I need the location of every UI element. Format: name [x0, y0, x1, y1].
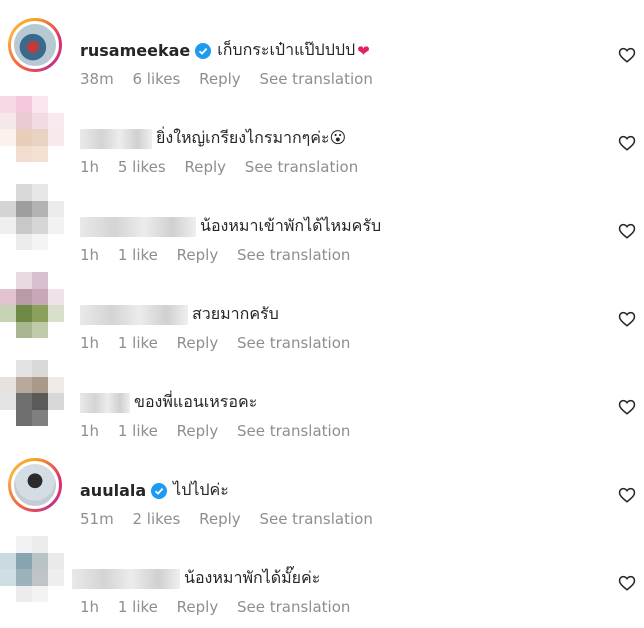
- avatar[interactable]: [0, 536, 64, 602]
- comment-username[interactable]: [80, 216, 196, 237]
- comment-username[interactable]: [80, 304, 188, 325]
- heart-emoji: ❤: [357, 41, 370, 60]
- verified-badge-icon: [151, 482, 168, 499]
- avatar[interactable]: [0, 360, 64, 426]
- comment-time: 1h: [80, 334, 100, 352]
- comment-item: ของพี่แอนเหรอคะ 1h 1 like Reply See tran…: [0, 360, 644, 452]
- comment-text: ยิ่งใหญ่เกรียงไกรมากๆค่ะ😮: [156, 128, 347, 147]
- comment-item: ยิ่งใหญ่เกรียงไกรมากๆค่ะ😮 1h 5 likes Rep…: [0, 96, 644, 188]
- see-translation-button[interactable]: See translation: [237, 246, 350, 264]
- see-translation-button[interactable]: See translation: [237, 422, 350, 440]
- avatar[interactable]: [8, 458, 62, 512]
- heart-outline-icon[interactable]: [618, 134, 636, 152]
- comment-username[interactable]: rusameekae: [80, 41, 190, 60]
- heart-outline-icon[interactable]: [618, 222, 636, 240]
- likes-count[interactable]: 1 like: [118, 334, 158, 352]
- likes-count[interactable]: 2 likes: [132, 510, 180, 528]
- avatar[interactable]: [8, 18, 62, 72]
- comment-text: เก็บกระเป๋าแป๊ปปปป: [217, 40, 356, 59]
- comment-item: สวยมากครับ 1h 1 like Reply See translati…: [0, 272, 644, 364]
- avatar[interactable]: [0, 272, 64, 338]
- see-translation-button[interactable]: See translation: [245, 158, 358, 176]
- likes-count[interactable]: 1 like: [118, 422, 158, 440]
- likes-count[interactable]: 1 like: [118, 246, 158, 264]
- verified-badge-icon: [195, 42, 212, 59]
- comment-text: ของพี่แอนเหรอคะ: [134, 392, 258, 411]
- likes-count[interactable]: 5 likes: [118, 158, 166, 176]
- comment-time: 1h: [80, 598, 100, 616]
- heart-outline-icon[interactable]: [618, 486, 636, 504]
- likes-count[interactable]: 1 like: [118, 598, 158, 616]
- see-translation-button[interactable]: See translation: [237, 598, 350, 616]
- comment-item: น้องหมาเข้าพักได้ไหมครับ 1h 1 like Reply…: [0, 184, 644, 276]
- comment-item: น้องหมาพักได้มั๊ยค่ะ 1h 1 like Reply See…: [0, 536, 644, 628]
- comment-text: ไปไปค่ะ: [173, 480, 229, 499]
- see-translation-button[interactable]: See translation: [237, 334, 350, 352]
- reply-button[interactable]: Reply: [199, 70, 241, 88]
- comment-time: 1h: [80, 158, 100, 176]
- see-translation-button[interactable]: See translation: [259, 70, 372, 88]
- heart-outline-icon[interactable]: [618, 46, 636, 64]
- comment-time: 51m: [80, 510, 114, 528]
- comment-time: 38m: [80, 70, 114, 88]
- comment-text: น้องหมาเข้าพักได้ไหมครับ: [200, 216, 382, 235]
- reply-button[interactable]: Reply: [184, 158, 226, 176]
- heart-outline-icon[interactable]: [618, 398, 636, 416]
- likes-count[interactable]: 6 likes: [132, 70, 180, 88]
- comment-text: สวยมากครับ: [192, 304, 279, 323]
- heart-outline-icon[interactable]: [618, 310, 636, 328]
- avatar[interactable]: [0, 184, 64, 250]
- comment-username[interactable]: [72, 568, 180, 589]
- avatar[interactable]: [0, 96, 64, 162]
- reply-button[interactable]: Reply: [199, 510, 241, 528]
- comment-text: น้องหมาพักได้มั๊ยค่ะ: [184, 568, 321, 587]
- reply-button[interactable]: Reply: [177, 334, 219, 352]
- reply-button[interactable]: Reply: [177, 246, 219, 264]
- reply-button[interactable]: Reply: [177, 422, 219, 440]
- comment-time: 1h: [80, 422, 100, 440]
- comment-username[interactable]: auulala: [80, 481, 146, 500]
- comment-username[interactable]: [80, 392, 130, 413]
- comment-username[interactable]: [80, 128, 152, 149]
- comment-time: 1h: [80, 246, 100, 264]
- comment-item: rusameekae เก็บกระเป๋าแป๊ปปปป ❤ 38m 6 li…: [0, 12, 644, 100]
- reply-button[interactable]: Reply: [177, 598, 219, 616]
- heart-outline-icon[interactable]: [618, 574, 636, 592]
- see-translation-button[interactable]: See translation: [259, 510, 372, 528]
- comment-item: auulala ไปไปค่ะ 51m 2 likes Reply See tr…: [0, 452, 644, 540]
